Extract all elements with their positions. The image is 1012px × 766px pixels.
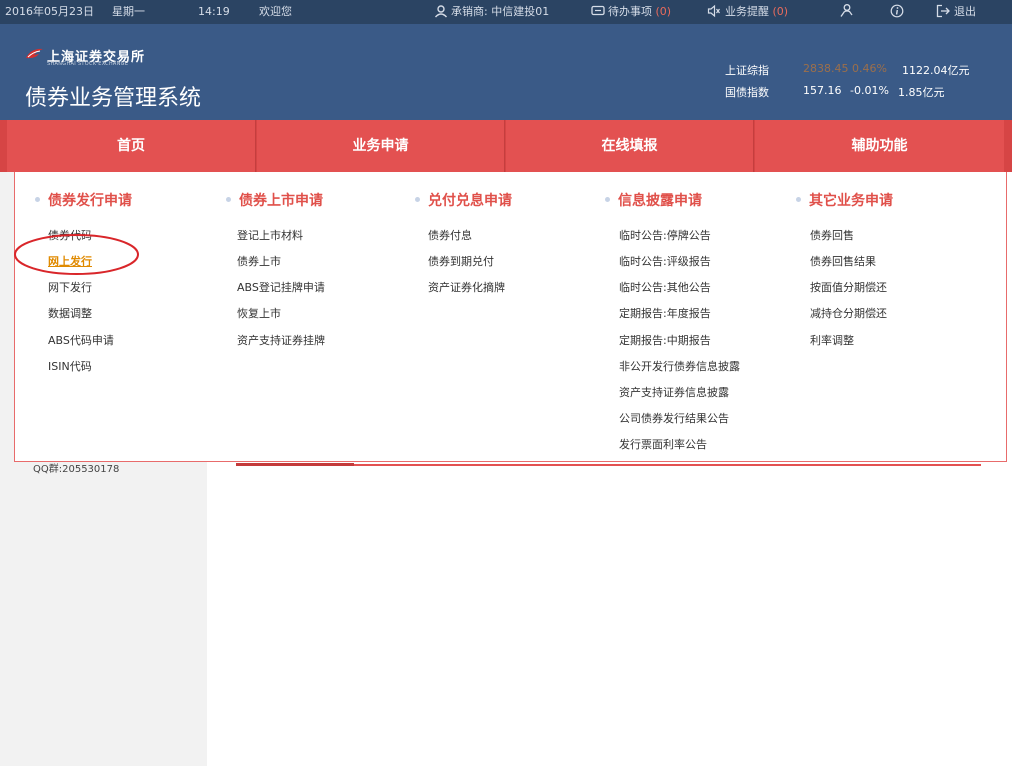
menu-item-abs-disclosure[interactable]: 资产支持证券信息披露: [619, 384, 729, 400]
date-text: 2016年05月23日: [5, 5, 94, 18]
menu-item-offline-issuance[interactable]: 网下发行: [48, 279, 92, 295]
tab-business-application[interactable]: 业务申请: [257, 120, 505, 172]
todo-link[interactable]: 待办事项 (0): [591, 0, 671, 24]
logout-icon: [936, 4, 950, 18]
menu-item-maturity-redemption[interactable]: 债券到期兑付: [428, 253, 494, 269]
tab-online-filing[interactable]: 在线填报: [506, 120, 754, 172]
menu-item-rating-report[interactable]: 临时公告:评级报告: [619, 253, 711, 269]
qq-group-text: QQ群:205530178: [33, 464, 120, 475]
underwriter-text: 承销商: 中信建投01: [451, 5, 550, 18]
user-icon: [434, 5, 448, 18]
menu-item-abs-registration-listing[interactable]: ABS登记挂牌申请: [237, 279, 325, 295]
content-tab-indicator: [236, 463, 354, 466]
menu-item-other-notice[interactable]: 临时公告:其他公告: [619, 279, 711, 295]
menu-item-holding-installment[interactable]: 减持仓分期偿还: [810, 305, 887, 321]
menu-item-putback-result[interactable]: 债券回售结果: [810, 253, 876, 269]
menu-item-interest-payment[interactable]: 债券付息: [428, 227, 472, 243]
todo-count: (0): [655, 5, 672, 18]
menu-item-annual-report[interactable]: 定期报告:年度报告: [619, 305, 711, 321]
reminder-label: 业务提醒: [725, 5, 769, 18]
bullet-icon: [796, 197, 801, 202]
menu-item-coupon-rate-notice[interactable]: 发行票面利率公告: [619, 436, 707, 452]
menu-item-bond-putback[interactable]: 债券回售: [810, 227, 854, 243]
index-value: 157.16: [803, 84, 842, 97]
menu-item-isin-code[interactable]: ISIN代码: [48, 358, 92, 374]
index-name: 上证综指: [725, 64, 769, 77]
bullet-icon: [226, 197, 231, 202]
index-change: -0.01%: [850, 84, 889, 97]
menu-item-par-installment[interactable]: 按面值分期偿还: [810, 279, 887, 295]
bullet-icon: [605, 197, 610, 202]
menu-item-interim-report[interactable]: 定期报告:中期报告: [619, 332, 711, 348]
business-application-dropdown: 债券发行申请 债券代码 网上发行 网下发行 数据调整 ABS代码申请 ISIN代…: [14, 172, 1007, 462]
profile-button[interactable]: [839, 0, 857, 24]
info-button[interactable]: [890, 0, 907, 24]
top-status-bar: 2016年05月23日 星期一 14:19 欢迎您 承销商: 中信建投01 待办…: [0, 0, 1012, 24]
reminder-count: (0): [772, 5, 789, 18]
system-title: 债券业务管理系统: [25, 86, 202, 111]
menu-item-bond-listing[interactable]: 债券上市: [237, 253, 281, 269]
bullet-icon: [415, 197, 420, 202]
menu-item-issuance-result-notice[interactable]: 公司债券发行结果公告: [619, 410, 729, 426]
main-nav: 首页 业务申请 在线填报 辅助功能: [0, 120, 1012, 172]
logo-english-text: SHANGHAI STOCK EXCHANGE: [47, 61, 129, 67]
tab-home[interactable]: 首页: [7, 120, 256, 172]
time-text: 14:19: [198, 5, 230, 18]
menu-column-title: 兑付兑息申请: [415, 190, 512, 210]
welcome-text: 欢迎您: [259, 5, 292, 18]
weekday-text: 星期一: [112, 5, 145, 18]
menu-item-suspension-notice[interactable]: 临时公告:停牌公告: [619, 227, 711, 243]
index-amount: 1122.04亿元: [902, 64, 970, 77]
bullet-icon: [35, 197, 40, 202]
menu-item-abs-code-application[interactable]: ABS代码申请: [48, 332, 114, 348]
header: 上海证券交易所 SHANGHAI STOCK EXCHANGE 债券业务管理系统…: [0, 24, 1012, 120]
reminder-link[interactable]: 业务提醒 (0): [707, 0, 788, 24]
index-amount: 1.85亿元: [898, 86, 945, 99]
menu-column-title: 债券上市申请: [226, 190, 323, 210]
menu-column-title: 信息披露申请: [605, 190, 702, 210]
index-value: 2838.45: [803, 62, 849, 75]
menu-item-resume-listing[interactable]: 恢复上市: [237, 305, 281, 321]
menu-item-rate-adjustment[interactable]: 利率调整: [810, 332, 854, 348]
exchange-logo-icon: [26, 48, 43, 59]
underwriter-link[interactable]: 承销商: 中信建投01: [434, 0, 549, 24]
annotation-ellipse: [14, 234, 139, 275]
logout-label: 退出: [954, 5, 976, 18]
menu-item-abs-listing[interactable]: 资产支持证券挂牌: [237, 332, 325, 348]
message-icon: [591, 5, 605, 16]
info-icon: [890, 4, 904, 18]
menu-item-listing-materials[interactable]: 登记上市材料: [237, 227, 303, 243]
menu-item-private-bond-disclosure[interactable]: 非公开发行债券信息披露: [619, 358, 740, 374]
index-change: 0.46%: [852, 62, 887, 75]
menu-item-data-adjustment[interactable]: 数据调整: [48, 305, 92, 321]
menu-column-title: 其它业务申请: [796, 190, 893, 210]
logout-button[interactable]: 退出: [936, 0, 976, 24]
speaker-icon: [707, 4, 720, 18]
menu-item-securitization-delisting[interactable]: 资产证券化摘牌: [428, 279, 505, 295]
todo-label: 待办事项: [608, 5, 652, 18]
menu-column-title: 债券发行申请: [35, 190, 132, 210]
index-name: 国债指数: [725, 86, 769, 99]
person-icon: [840, 4, 853, 17]
tab-auxiliary-functions[interactable]: 辅助功能: [755, 120, 1004, 172]
